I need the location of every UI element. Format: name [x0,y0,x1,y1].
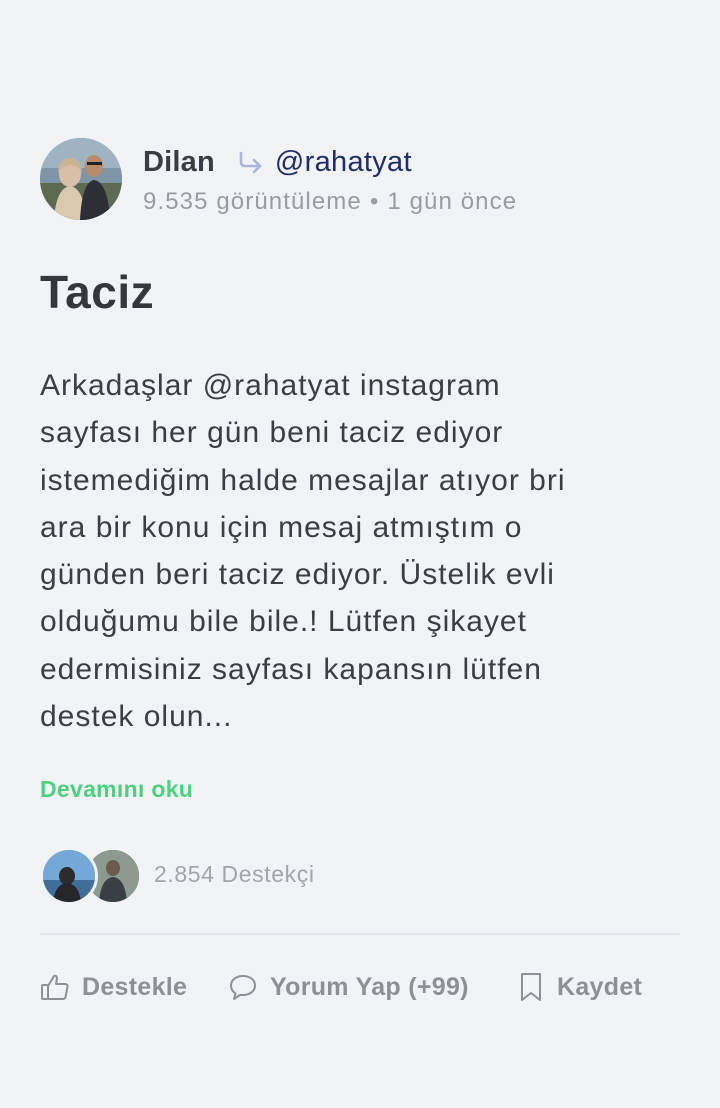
supporters-row[interactable]: 2.854 Destekçi [40,845,680,906]
meta-separator: • [369,188,380,215]
thumbs-up-icon [40,972,70,1002]
supporter-avatar [40,847,98,906]
author-name[interactable]: Dilan [143,146,215,179]
comment-button[interactable]: Yorum Yap (+99) [228,972,517,1002]
author-avatar[interactable] [40,138,122,220]
support-button[interactable]: Destekle [40,972,228,1002]
post-meta: Dilan @rahatyat 9.535 görüntüleme • 1 gü… [143,138,517,220]
post-header: Dilan @rahatyat 9.535 görüntüleme • 1 gü… [40,138,680,222]
supporter-count: 2.854 Destekçi [154,860,315,887]
post-stats: 9.535 görüntüleme • 1 gün önce [143,184,517,220]
save-button[interactable]: Kaydet [517,971,642,1003]
post-body: Arkadaşlar @rahatyat instagram sayfası h… [40,369,566,734]
save-label: Kaydet [557,972,643,1001]
speech-bubble-icon [228,972,258,1002]
author-row: Dilan @rahatyat [143,142,517,182]
complaint-card: Dilan @rahatyat 9.535 görüntüleme • 1 gü… [40,138,680,1005]
post-title[interactable]: Taciz [40,264,680,320]
avatar-photo-icon [40,138,122,220]
read-more-link[interactable]: Devamını oku [40,776,680,803]
share-arrow-icon [237,150,265,174]
divider [40,933,680,936]
support-label: Destekle [82,972,188,1001]
supporter-photo-icon [43,850,95,903]
bookmark-icon [517,971,545,1003]
target-handle-link[interactable]: @rahatyat [275,146,412,179]
supporter-avatars [40,845,142,906]
comment-label: Yorum Yap (+99) [270,972,469,1001]
post-time: 1 gün önce [387,188,518,215]
view-count: 9.535 görüntüleme [143,188,362,215]
action-bar: Destekle Yorum Yap (+99) Kaydet [40,969,680,1005]
